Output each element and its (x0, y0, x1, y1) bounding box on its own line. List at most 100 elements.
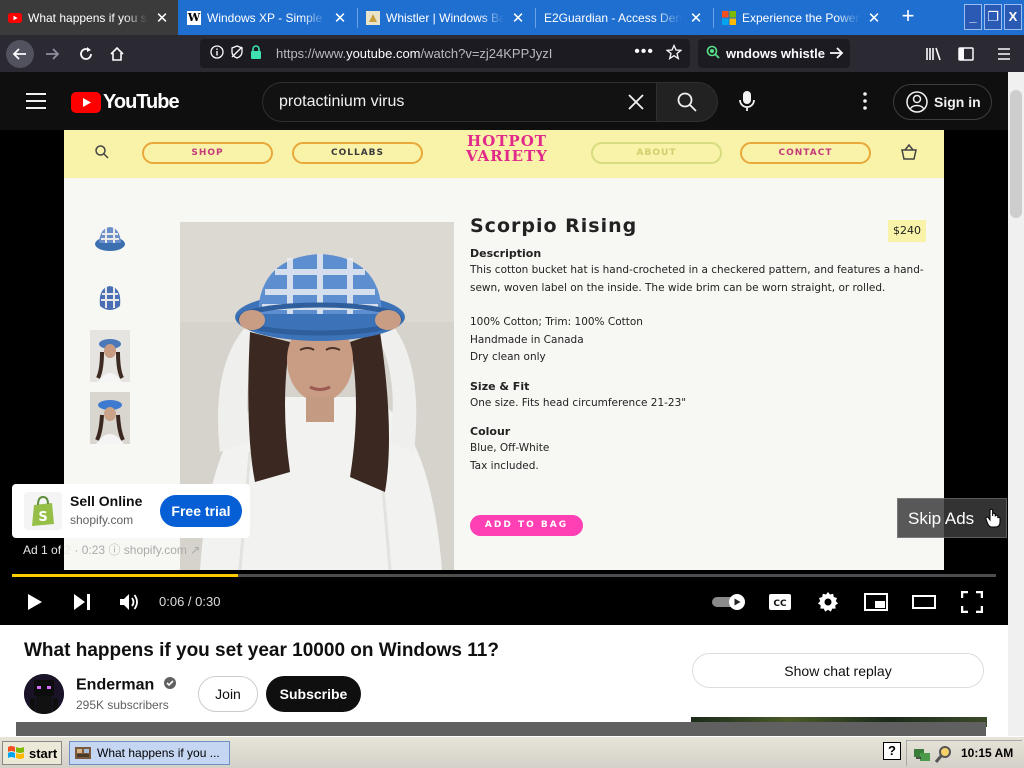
subscriber-count: 295K subscribers (76, 698, 169, 712)
windows-taskbar: start What happens if you ... 10:15 AM (0, 736, 1024, 768)
horizontal-scrollbar[interactable] (16, 722, 986, 736)
sidebar-button[interactable] (952, 40, 980, 68)
ad-remaining-time: 0:23 (81, 543, 106, 557)
tab-whistler[interactable]: Whistler | Windows Battle ✕ (358, 0, 534, 35)
product-thumbnail (90, 276, 130, 328)
microsoft-icon (722, 10, 736, 25)
product-thumbnail (90, 218, 130, 270)
theater-mode-button[interactable] (906, 584, 942, 620)
ad-companion-card[interactable]: S Sell Online shopify.com Free trial (12, 484, 250, 538)
close-tab-icon[interactable]: ✕ (510, 9, 526, 27)
video-progress-bar[interactable] (12, 574, 996, 577)
start-button[interactable]: start (2, 741, 62, 765)
tab-title: Windows XP - Simple English Wikipedia (207, 10, 326, 25)
captions-button[interactable]: CC (762, 584, 798, 620)
tracking-protection-icon[interactable] (230, 45, 244, 62)
colour-text: Blue, Off-White Tax included. (470, 442, 550, 472)
settings-button[interactable] (810, 584, 846, 620)
close-tab-icon[interactable]: ✕ (688, 9, 704, 27)
browser-nav-bar: https://www.youtube.com/watch?v=zj24KPPJ… (0, 35, 1024, 72)
video-player[interactable]: SHOP COLLABS HOTPOT VARIETY ABOUT CONTACT (0, 130, 1008, 625)
tab-wikipedia[interactable]: W Windows XP - Simple English Wikipedia … (179, 0, 356, 35)
reload-button[interactable] (72, 40, 100, 68)
gear-icon (818, 592, 838, 612)
forward-button[interactable] (38, 40, 66, 68)
theater-mode-icon (912, 595, 936, 609)
ad-link[interactable]: shopify.com (124, 543, 187, 557)
more-options-icon[interactable] (857, 91, 873, 116)
play-button[interactable] (16, 584, 52, 620)
tab-microsoft[interactable]: Experience the Power of ✕ (714, 0, 890, 35)
close-tab-icon[interactable]: ✕ (866, 9, 882, 27)
info-icon[interactable] (210, 45, 224, 62)
tab-e2guardian[interactable]: E2Guardian - Access Denied ✕ (536, 0, 712, 35)
page-scrollbar[interactable] (1008, 72, 1024, 736)
scrollbar-thumb[interactable] (1010, 90, 1022, 218)
network-icon[interactable] (913, 745, 931, 768)
shop-nav-shop: SHOP (142, 142, 273, 164)
bookmark-star-icon[interactable] (665, 43, 683, 63)
page-actions-icon[interactable]: ••• (634, 43, 654, 61)
new-tab-button[interactable]: + (896, 5, 920, 29)
minimize-window-button[interactable]: _ (964, 4, 982, 30)
channel-name[interactable]: Enderman (76, 676, 177, 695)
start-label: start (29, 745, 58, 761)
product-description: This cotton bucket hat is hand-crocheted… (470, 264, 924, 294)
join-button[interactable]: Join (198, 676, 258, 712)
miniplayer-button[interactable] (858, 584, 894, 620)
close-tab-icon[interactable]: ✕ (332, 9, 348, 27)
reload-icon (80, 47, 92, 60)
clear-search-icon[interactable] (626, 92, 646, 117)
restore-window-button[interactable]: ❐ (984, 4, 1002, 30)
search-bar[interactable]: wndows whistle (698, 39, 850, 68)
magnifier-icon[interactable] (934, 745, 953, 768)
free-trial-button[interactable]: Free trial (160, 495, 242, 527)
youtube-logo[interactable]: YouTube (71, 91, 180, 114)
product-title: Scorpio Rising (470, 215, 638, 237)
fullscreen-button[interactable] (954, 584, 990, 620)
tab-youtube[interactable]: What happens if you set year 10000 on Wi… (0, 0, 178, 35)
microphone-icon[interactable] (737, 90, 757, 117)
youtube-search-input[interactable]: protactinium virus (262, 82, 657, 122)
youtube-logo-text: YouTube (103, 91, 180, 113)
help-icon[interactable]: ? (883, 742, 901, 760)
volume-icon (120, 594, 138, 610)
mute-button[interactable] (111, 584, 147, 620)
library-button[interactable] (920, 40, 948, 68)
hand-cursor-icon (985, 503, 1001, 543)
show-chat-replay-button[interactable]: Show chat replay (692, 653, 984, 688)
youtube-icon (8, 11, 22, 25)
skip-ads-label: Skip Ads (908, 509, 975, 528)
svg-text:CC: CC (773, 599, 787, 609)
shop-nav-contact: CONTACT (740, 142, 871, 164)
tab-title: Experience the Power of (742, 10, 860, 25)
shop-nav-collabs: COLLABS (292, 142, 423, 164)
subscribe-button[interactable]: Subscribe (266, 676, 361, 712)
svg-text:S: S (38, 510, 47, 525)
sign-in-button[interactable]: Sign in (893, 84, 992, 120)
skip-ads-button[interactable]: Skip Ads (897, 498, 1007, 538)
add-to-bag-button: ADD TO BAG (470, 515, 583, 536)
next-button[interactable] (64, 584, 100, 620)
sign-in-label: Sign in (934, 94, 981, 110)
library-icon (926, 47, 941, 61)
go-arrow-icon[interactable] (828, 45, 844, 64)
ad-info-icon[interactable]: ⓘ (108, 543, 123, 557)
closed-captions-icon: CC (769, 594, 791, 610)
close-tab-icon[interactable]: ✕ (154, 9, 170, 27)
arrow-left-icon (12, 48, 26, 60)
taskbar-item-firefox[interactable]: What happens if you ... (69, 741, 230, 765)
menu-button[interactable] (990, 40, 1018, 68)
close-window-button[interactable]: X (1004, 4, 1022, 30)
channel-avatar[interactable] (24, 674, 64, 714)
lock-icon[interactable] (250, 45, 262, 62)
youtube-search-button[interactable] (656, 82, 718, 122)
autoplay-toggle[interactable] (710, 584, 748, 620)
ad-advertiser-name: Sell Online (70, 493, 143, 509)
system-tray: 10:15 AM (906, 740, 1022, 766)
address-bar[interactable]: https://www.youtube.com/watch?v=zj24KPPJ… (200, 39, 690, 68)
play-icon (28, 594, 42, 610)
home-button[interactable] (103, 40, 131, 68)
back-button[interactable] (6, 40, 34, 68)
guide-menu-icon[interactable] (24, 91, 48, 116)
